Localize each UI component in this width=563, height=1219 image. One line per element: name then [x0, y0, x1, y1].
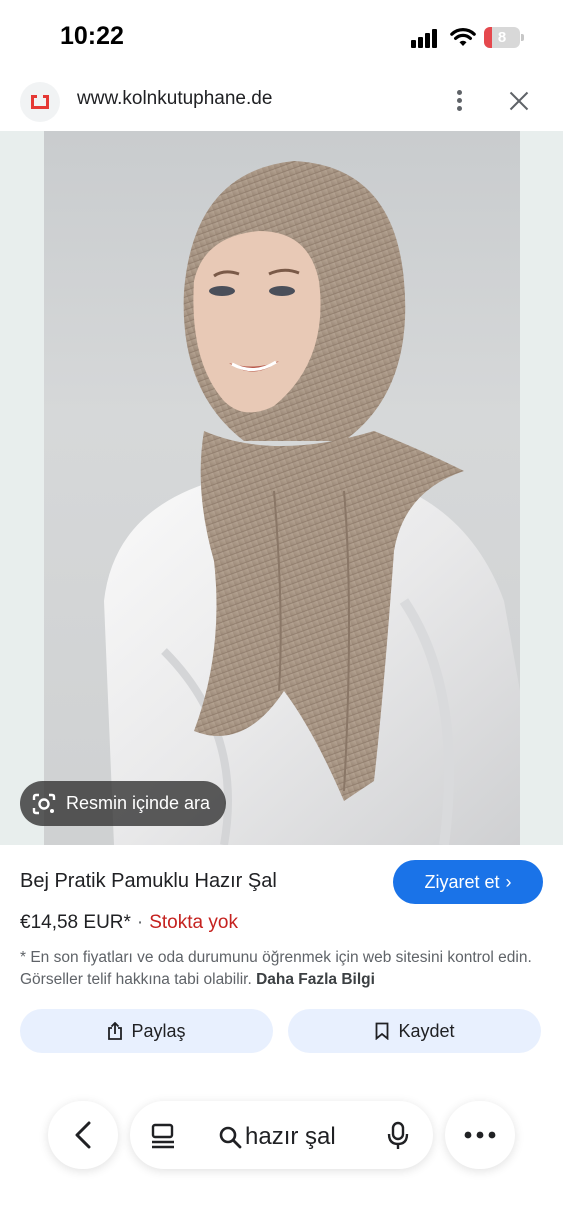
search-icon: [219, 1126, 242, 1149]
chevron-left-icon: [75, 1121, 91, 1149]
bookmark-icon: [376, 1022, 389, 1040]
visit-label: Ziyaret et: [424, 871, 500, 892]
more-button[interactable]: [445, 1101, 515, 1169]
product-photo-illustration: [104, 161, 520, 845]
save-label: Kaydet: [398, 1020, 455, 1041]
site-favicon-icon[interactable]: [20, 82, 60, 122]
cellular-signal-icon: [411, 28, 441, 48]
lens-icon: [32, 793, 56, 814]
product-photo[interactable]: [44, 131, 520, 845]
close-icon[interactable]: [506, 88, 532, 114]
share-button[interactable]: Paylaş: [20, 1009, 273, 1053]
product-title: Bej Pratik Pamuklu Hazır Şal: [20, 870, 277, 892]
search-bar[interactable]: hazır şal: [130, 1101, 433, 1169]
more-horizontal-icon: [464, 1131, 496, 1139]
battery-icon: 8: [484, 27, 524, 48]
status-time: 10:22: [60, 22, 124, 50]
url-bar: www.kolnkutuphane.de: [0, 72, 563, 130]
search-query[interactable]: hazır şal: [245, 1123, 336, 1151]
share-label: Paylaş: [131, 1020, 186, 1041]
product-price: €14,58 EUR*: [20, 912, 131, 933]
battery-level: 8: [497, 29, 507, 46]
more-options-icon[interactable]: [449, 88, 471, 114]
wifi-icon: [450, 28, 476, 46]
share-icon: [108, 1022, 123, 1040]
lens-search-button[interactable]: Resmin içinde ara: [20, 781, 227, 826]
lens-search-label: Resmin içinde ara: [66, 793, 211, 813]
disclaimer: * En son fiyatları ve oda durumunu öğren…: [20, 947, 545, 991]
tabs-list-icon[interactable]: [150, 1123, 176, 1149]
status-bar: 10:22 8: [0, 0, 563, 72]
image-viewer: Resmin içinde ara: [0, 131, 563, 845]
visit-button[interactable]: Ziyaret et ›: [393, 860, 543, 904]
save-button[interactable]: Kaydet: [288, 1009, 541, 1053]
bottom-bar: hazır şal: [0, 1095, 563, 1175]
price-separator: ·: [136, 912, 144, 933]
stock-status: Stokta yok: [149, 912, 238, 933]
price-line: €14,58 EUR* · Stokta yok: [20, 912, 238, 934]
microphone-icon[interactable]: [386, 1121, 410, 1151]
url-text[interactable]: www.kolnkutuphane.de: [77, 88, 272, 110]
back-button[interactable]: [48, 1101, 118, 1169]
more-info-link[interactable]: Daha Fazla Bilgi: [256, 971, 375, 988]
chevron-right-icon: ›: [505, 871, 512, 892]
